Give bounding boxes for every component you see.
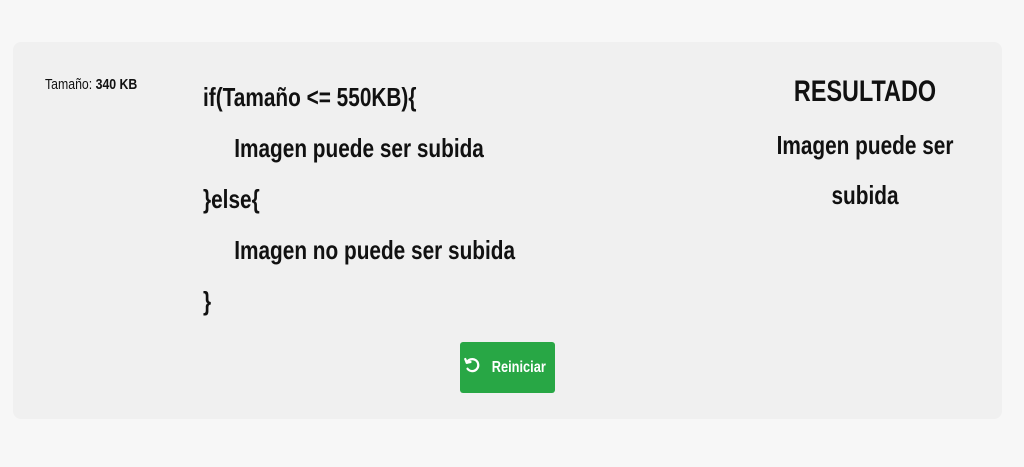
code-line-true-branch: Imagen puede ser subida bbox=[234, 133, 484, 163]
code-line-else: }else{ bbox=[203, 184, 260, 214]
reset-button-label: Reiniciar bbox=[491, 358, 546, 376]
reset-button[interactable]: Reiniciar bbox=[460, 342, 555, 393]
file-size-info: Tamaño: 340 KB bbox=[45, 76, 137, 93]
result-text: Imagen puede ser subida bbox=[776, 130, 954, 210]
file-size-label: Tamaño: bbox=[45, 76, 93, 93]
code-line-if: if(Tamaño <= 550KB){ bbox=[203, 82, 417, 112]
result-card: Tamaño: 340 KB if(Tamaño <= 550KB){ Imag… bbox=[13, 42, 1002, 419]
result-panel: RESULTADO Imagen puede ser subida bbox=[753, 74, 977, 220]
result-title: RESULTADO bbox=[793, 75, 937, 108]
condition-code-block: if(Tamaño <= 550KB){ Imagen puede ser su… bbox=[203, 78, 515, 333]
undo-icon bbox=[463, 356, 481, 379]
code-line-close: } bbox=[203, 286, 212, 316]
code-line-false-branch: Imagen no puede ser subida bbox=[234, 235, 516, 265]
file-size-value: 340 KB bbox=[95, 76, 138, 93]
